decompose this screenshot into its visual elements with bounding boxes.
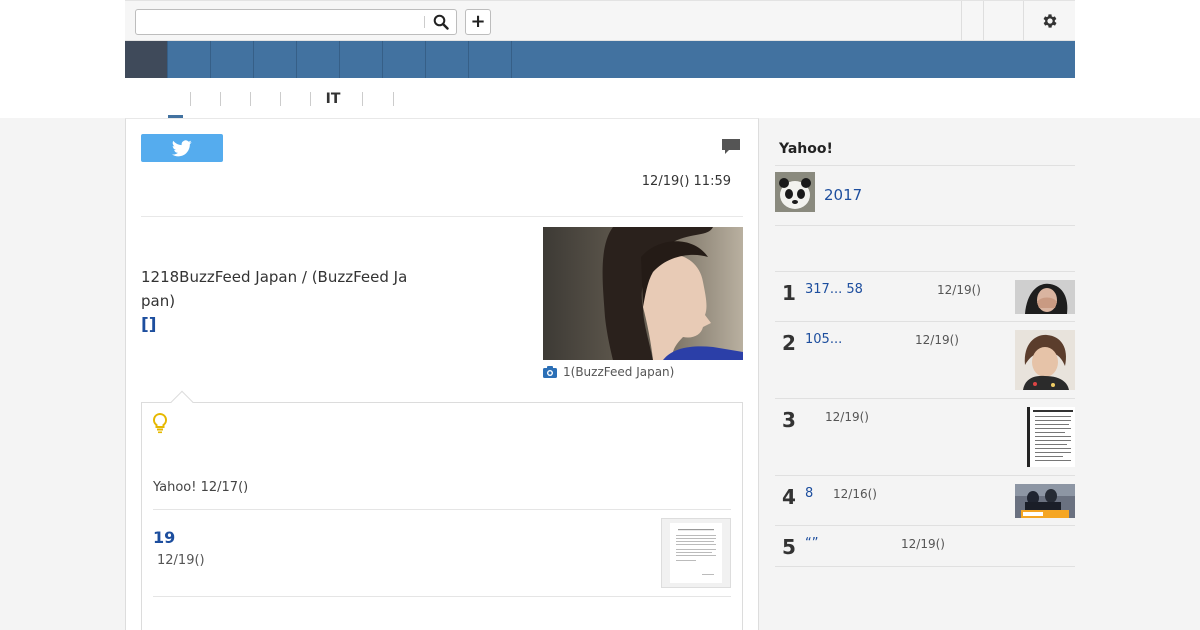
comment-button[interactable]: [721, 138, 741, 158]
document-thumbnail: [670, 523, 722, 583]
twitter-icon: [172, 139, 192, 156]
feature-thumbnail[interactable]: [775, 172, 815, 212]
related-item-thumbnail[interactable]: [661, 518, 731, 588]
nav-item[interactable]: [254, 41, 297, 78]
rank-thumbnail[interactable]: [1015, 484, 1075, 518]
rank-date: 12/19(): [901, 537, 945, 551]
nav-item[interactable]: [383, 41, 426, 78]
nav-item-home[interactable]: [125, 41, 168, 78]
subtab[interactable]: [394, 88, 423, 110]
rank-title[interactable]: 8: [805, 486, 813, 501]
subtab[interactable]: [221, 88, 250, 110]
rank-photo: [1015, 330, 1075, 390]
rank-number: 5: [782, 535, 796, 559]
sidebar-title: Yahoo!: [779, 141, 833, 157]
search-button[interactable]: [428, 11, 454, 33]
subtab-it[interactable]: IT: [311, 88, 355, 110]
photo-caption: 1(BuzzFeed Japan): [543, 365, 674, 379]
rank-number: 4: [782, 485, 796, 509]
rank-number: 2: [782, 331, 796, 355]
nav-item[interactable]: [168, 41, 211, 78]
ranking-item: 1 317... 58 12/19(): [775, 272, 1075, 322]
divider: [153, 509, 731, 510]
article-photo[interactable]: [543, 227, 743, 360]
ranking-item: 2 105... 12/19(): [775, 322, 1075, 399]
sidebar: Yahoo! 2017 1 317... 58 12/19() 2 105...…: [775, 118, 1075, 630]
ranking-item: 4 8 12/16(): [775, 476, 1075, 526]
lightbulb-icon: [151, 412, 169, 434]
panda-image: [775, 172, 815, 212]
rank-photo: [1015, 484, 1075, 518]
photo-woman: [543, 227, 743, 360]
rank-date: 12/16(): [833, 487, 877, 501]
subtab[interactable]: [251, 88, 280, 110]
rank-title[interactable]: “”: [805, 536, 818, 551]
rank-number: 3: [782, 408, 796, 432]
nav-item[interactable]: [211, 41, 254, 78]
header-bar: +: [125, 0, 1075, 41]
nav-item[interactable]: [297, 41, 340, 78]
related-item-title[interactable]: 19: [153, 528, 175, 547]
add-button[interactable]: +: [465, 9, 491, 35]
search-box: [135, 9, 457, 35]
rank-date: 12/19(): [937, 283, 981, 297]
nav-item[interactable]: [469, 41, 512, 78]
subtab[interactable]: [363, 88, 392, 110]
related-box: Yahoo! 12/17() 19 12/19(): [141, 390, 743, 630]
camera-icon: [543, 366, 557, 378]
publish-date: 12/19() 11:59: [641, 174, 731, 189]
rank-title[interactable]: 105...: [805, 332, 842, 347]
rank-title[interactable]: 317... 58: [805, 282, 863, 297]
divider: [775, 165, 1075, 166]
feature-link[interactable]: 2017: [824, 186, 862, 204]
search-separator: [424, 16, 425, 28]
rank-thumbnail[interactable]: [1015, 280, 1075, 314]
search-icon: [433, 14, 449, 30]
article-body: 1218BuzzFeed Japan / (BuzzFeed Japan): [141, 268, 408, 310]
related-item-date: 12/19(): [157, 553, 205, 568]
header-divider: [961, 1, 962, 40]
header-divider: [983, 1, 984, 40]
subtab[interactable]: [281, 88, 310, 110]
search-input[interactable]: [136, 10, 424, 34]
rank-date: 12/19(): [825, 410, 869, 424]
rank-number: 1: [782, 281, 796, 305]
nav-item[interactable]: [426, 41, 469, 78]
rank-thumbnail[interactable]: [1027, 407, 1075, 467]
photo-caption-text: 1(BuzzFeed Japan): [563, 365, 675, 379]
rank-date: 12/19(): [915, 333, 959, 347]
rank-photo: [1015, 280, 1075, 314]
rank-thumbnail[interactable]: [1015, 330, 1075, 390]
related-pointer: [170, 390, 194, 414]
settings-button[interactable]: [1030, 10, 1070, 32]
divider: [153, 596, 731, 597]
divider: [141, 216, 743, 217]
tweet-button[interactable]: [141, 134, 223, 162]
article-link[interactable]: []: [141, 315, 157, 335]
category-nav: [125, 41, 1075, 78]
nav-item[interactable]: [340, 41, 383, 78]
related-source: Yahoo! 12/17(): [153, 480, 249, 495]
article-card: 12/19() 11:59 1218BuzzFeed Japan / (Buzz…: [125, 118, 759, 630]
ranking-item: 5 “” 12/19(): [775, 526, 1075, 567]
comment-icon: [722, 139, 740, 154]
divider: [775, 225, 1075, 226]
header-divider: [1023, 1, 1024, 40]
subtab[interactable]: [191, 88, 220, 110]
rank-photo: [1027, 407, 1075, 467]
ranking-item: 3 12/19(): [775, 399, 1075, 476]
gear-icon: [1043, 14, 1057, 28]
subtab[interactable]: [160, 88, 190, 110]
